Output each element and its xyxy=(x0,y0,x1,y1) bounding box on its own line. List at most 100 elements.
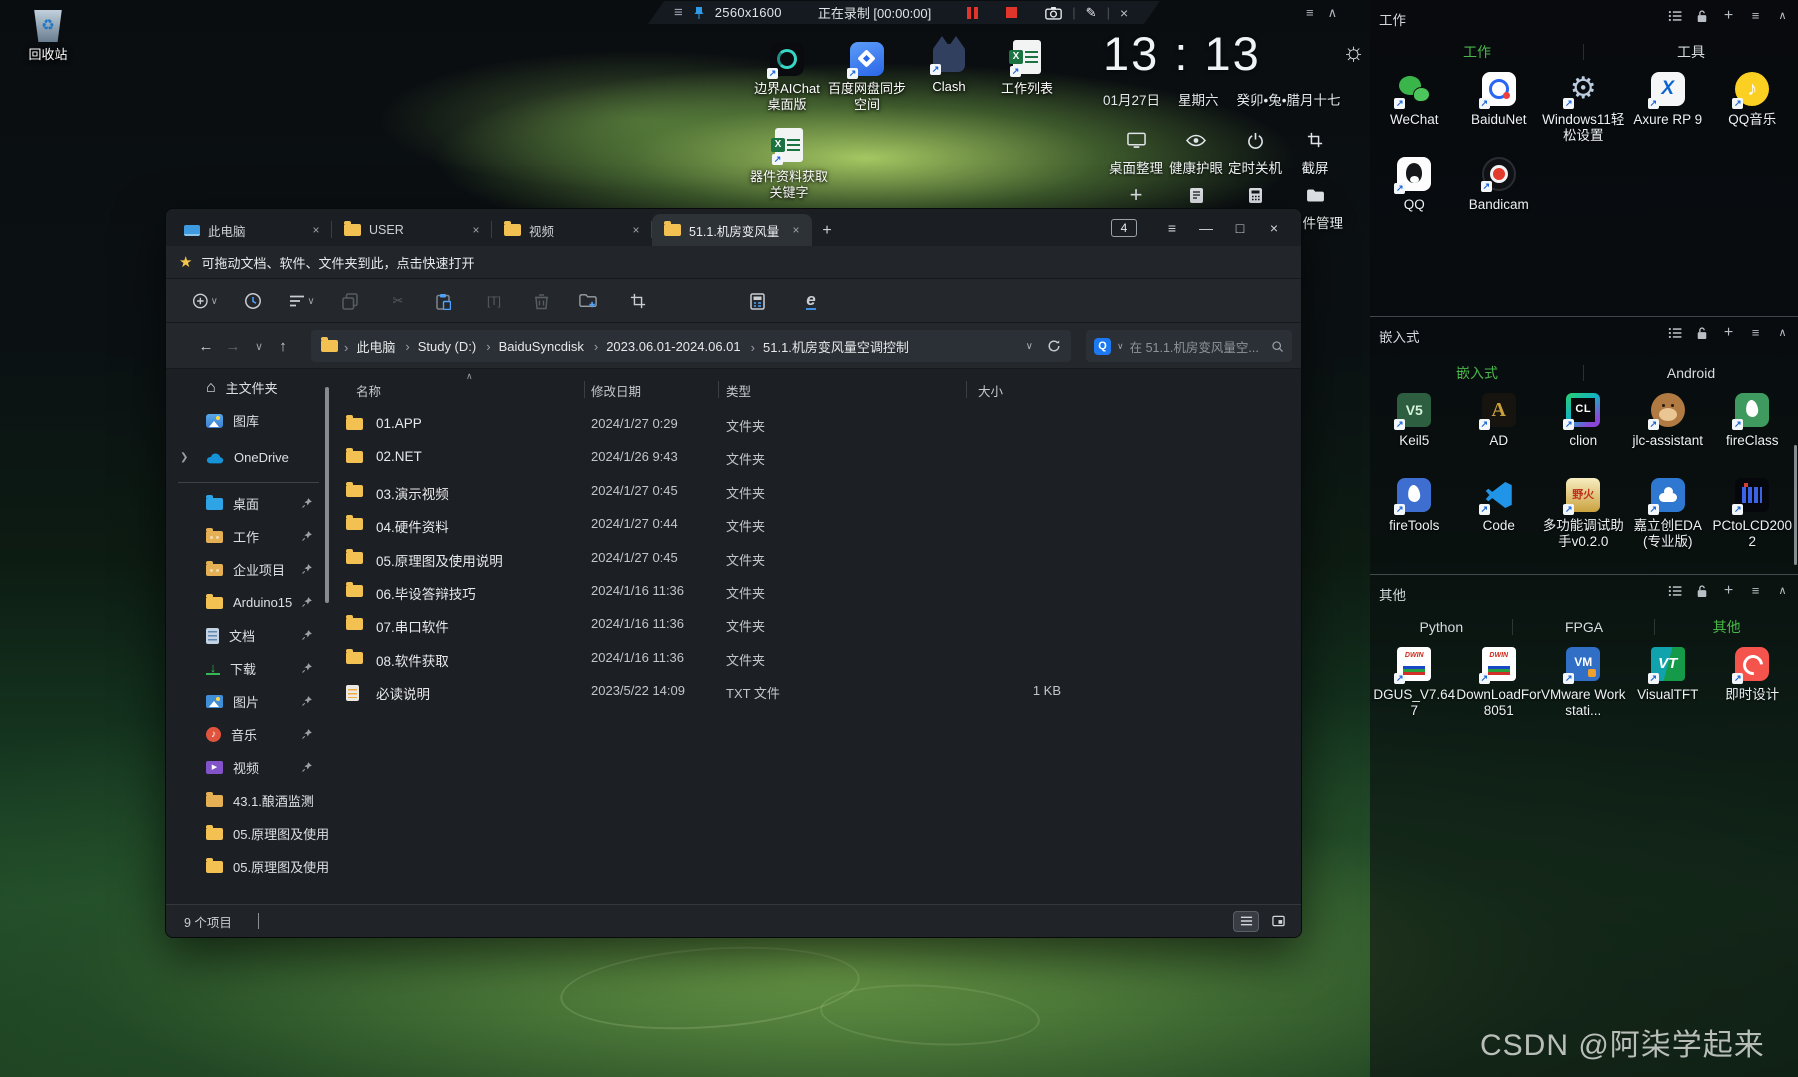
column-name[interactable]: 名称 xyxy=(356,381,381,400)
panel-add-icon[interactable]: + xyxy=(1721,582,1736,599)
app-shortcut-bandicam[interactable]: ↗ Bandicam xyxy=(1457,157,1542,242)
desktop-icon-aichat[interactable]: ↗ 边界AIChat 桌面版 xyxy=(746,42,828,114)
app-shortcut-vscode[interactable]: ↗ Code xyxy=(1457,478,1542,563)
file-row[interactable]: 05.原理图及使用说明 2024/1/27 0:45 文件夹 xyxy=(331,542,1297,575)
recorder-pin-icon[interactable] xyxy=(693,6,705,20)
quick-open-hint-bar[interactable]: ★ 可拖动文档、软件、文件夹到此，点击快速打开 xyxy=(166,246,1301,279)
app-shortcut-download8051[interactable]: ↗ DownLoadFor8051 xyxy=(1456,647,1541,732)
history-button[interactable] xyxy=(240,289,266,313)
forward-button[interactable]: → xyxy=(221,335,245,357)
recent-locations-icon[interactable]: ∨ xyxy=(247,335,271,357)
grid-view-button[interactable] xyxy=(744,289,770,313)
sidebar-item-schematics-1[interactable]: 05.原理图及使用 xyxy=(166,819,331,848)
new-item-button[interactable]: ∨ xyxy=(192,289,218,313)
panel-list-icon[interactable] xyxy=(1667,583,1682,598)
file-row[interactable]: 02.NET 2024/1/26 9:43 文件夹 xyxy=(331,441,1297,474)
app-shortcut-dgus[interactable]: ↗ DGUS_V7.647 xyxy=(1372,647,1457,732)
panel-collapse-icon[interactable]: ∧ xyxy=(1775,325,1790,340)
tab-close-icon[interactable]: × xyxy=(308,223,324,237)
tab-close-icon[interactable]: × xyxy=(788,223,804,237)
thumbnail-view-button[interactable] xyxy=(1265,911,1291,932)
collapsed-panel-menu-icon[interactable]: ≡ xyxy=(1306,5,1314,21)
app-shortcut-debug-assistant[interactable]: ↗ 多功能调试助手v0.2.0 xyxy=(1541,478,1626,563)
pin-icon[interactable] xyxy=(301,497,313,509)
panel-lock-icon[interactable] xyxy=(1694,583,1709,598)
tab-close-icon[interactable]: × xyxy=(628,223,644,237)
widget-desktop-organize[interactable]: 桌面整理 xyxy=(1106,130,1166,177)
sidebar-item-music[interactable]: 音乐 xyxy=(166,720,331,749)
app-shortcut-firetools[interactable]: ↗ fireTools xyxy=(1372,478,1457,563)
breadcrumb-current-folder[interactable]: 51.1.机房变风量空调控制 xyxy=(747,335,913,358)
app-shortcut-win11-settings[interactable]: ↗ Windows11轻松设置 xyxy=(1541,72,1626,157)
file-row[interactable]: 04.硬件资料 2024/1/27 0:44 文件夹 xyxy=(331,508,1297,541)
app-shortcut-jlceda[interactable]: ↗ 嘉立创EDA(专业版) xyxy=(1626,478,1711,563)
app-shortcut-wechat[interactable]: ↗ WeChat xyxy=(1372,72,1457,157)
sidebar-item-gallery[interactable]: 图库 xyxy=(166,406,331,435)
sidebar-item-pictures[interactable]: 图片 xyxy=(166,687,331,716)
pin-icon[interactable] xyxy=(301,530,313,542)
column-date-modified[interactable]: 修改日期 xyxy=(591,381,641,400)
cut-button[interactable]: ✂ xyxy=(385,289,411,313)
close-button[interactable]: × xyxy=(1257,213,1291,243)
sidebar-item-desktop[interactable]: 桌面 xyxy=(166,489,331,518)
copy-button[interactable] xyxy=(337,289,363,313)
panel-add-icon[interactable]: + xyxy=(1721,7,1736,24)
app-shortcut-keil5[interactable]: ↗ Keil5 xyxy=(1372,393,1457,478)
panel-tab-work[interactable]: 工作 xyxy=(1370,40,1584,64)
panel-collapse-icon[interactable]: ∧ xyxy=(1775,583,1790,598)
app-shortcut-visualtft[interactable]: ↗ VisualTFT xyxy=(1626,647,1711,732)
app-shortcut-pctolcd[interactable]: ↗ PCtoLCD2002 xyxy=(1710,478,1795,563)
file-row[interactable]: 03.演示视频 2024/1/27 0:45 文件夹 xyxy=(331,475,1297,508)
up-button[interactable]: ↑ xyxy=(271,335,295,357)
app-shortcut-vmware[interactable]: ↗ VMware Workstati... xyxy=(1541,647,1626,732)
tab-active-folder[interactable]: 51.1.机房变风量空 × xyxy=(652,214,812,246)
file-row[interactable]: 06.毕设答辩技巧 2024/1/16 11:36 文件夹 xyxy=(331,575,1297,608)
sidebar-item-enterprise[interactable]: 企业项目 xyxy=(166,555,331,584)
window-menu-button[interactable]: ≡ xyxy=(1155,213,1189,243)
sidebar-item-home[interactable]: ⌂ 主文件夹 xyxy=(166,373,331,402)
tab-videos[interactable]: 视频 × xyxy=(492,214,652,246)
breadcrumb-drive[interactable]: Study (D:) xyxy=(401,337,480,356)
pin-icon[interactable] xyxy=(301,728,313,740)
app-shortcut-axure[interactable]: ↗ Axure RP 9 xyxy=(1626,72,1711,157)
app-shortcut-baidunet[interactable]: ↗ BaiduNet xyxy=(1457,72,1542,157)
column-type[interactable]: 类型 xyxy=(726,381,751,400)
browser-open-button[interactable]: e xyxy=(798,289,824,313)
sidebar-item-schematics-2[interactable]: 05.原理图及使用 xyxy=(166,852,331,881)
pin-icon[interactable] xyxy=(301,563,313,575)
stop-button[interactable] xyxy=(1006,7,1017,18)
search-dropdown-icon[interactable]: ∨ xyxy=(1117,341,1124,352)
delete-button[interactable] xyxy=(528,289,554,313)
fence-scrollbar[interactable] xyxy=(1794,445,1797,565)
details-view-button[interactable] xyxy=(1233,910,1259,932)
pin-icon[interactable] xyxy=(301,794,313,806)
panel-tab-python[interactable]: Python xyxy=(1370,615,1513,639)
pin-icon[interactable] xyxy=(301,761,313,773)
app-shortcut-clion[interactable]: ↗ clion xyxy=(1541,393,1626,478)
pin-icon[interactable] xyxy=(301,629,313,641)
column-size[interactable]: 大小 xyxy=(978,381,1003,400)
panel-list-icon[interactable] xyxy=(1667,8,1682,23)
app-shortcut-qq[interactable]: ↗ QQ xyxy=(1372,157,1457,242)
sidebar-item-work[interactable]: 工作 xyxy=(166,522,331,551)
panel-tab-other[interactable]: 其他 xyxy=(1655,615,1798,639)
panel-tab-tools[interactable]: 工具 xyxy=(1584,40,1798,64)
breadcrumb-baidusyncdisk[interactable]: BaiduSyncdisk xyxy=(482,337,588,356)
tab-this-pc[interactable]: 此电脑 × xyxy=(172,214,332,246)
new-tab-button[interactable]: + xyxy=(812,216,842,246)
weather-sun-icon[interactable]: ☼ xyxy=(1342,38,1365,67)
pause-button[interactable] xyxy=(967,7,978,19)
desktop-icon-device-data[interactable]: ↗ 器件资料获取关键字 xyxy=(748,128,830,202)
panel-menu-icon[interactable]: ≡ xyxy=(1748,325,1763,340)
tab-close-icon[interactable]: × xyxy=(468,223,484,237)
file-row[interactable]: 必读说明 2023/5/22 14:09 TXT 文件 1 KB xyxy=(331,675,1297,708)
sidebar-item-brewing-monitor[interactable]: 43.1.酿酒监测 xyxy=(166,786,331,815)
sort-button[interactable]: ∨ xyxy=(289,289,315,313)
file-row[interactable]: 01.APP 2024/1/27 0:29 文件夹 xyxy=(331,408,1297,441)
search-input[interactable]: ∨ 在 51.1.机房变风量空... xyxy=(1086,330,1292,362)
widget-screenshot[interactable]: 截屏 xyxy=(1285,130,1345,177)
search-engine-icon[interactable] xyxy=(1094,337,1111,355)
sidebar-scrollbar[interactable] xyxy=(325,387,329,603)
app-shortcut-jlc-assistant[interactable]: ↗ jlc-assistant xyxy=(1626,393,1711,478)
app-shortcut-qqmusic[interactable]: ↗ QQ音乐 xyxy=(1710,72,1795,157)
